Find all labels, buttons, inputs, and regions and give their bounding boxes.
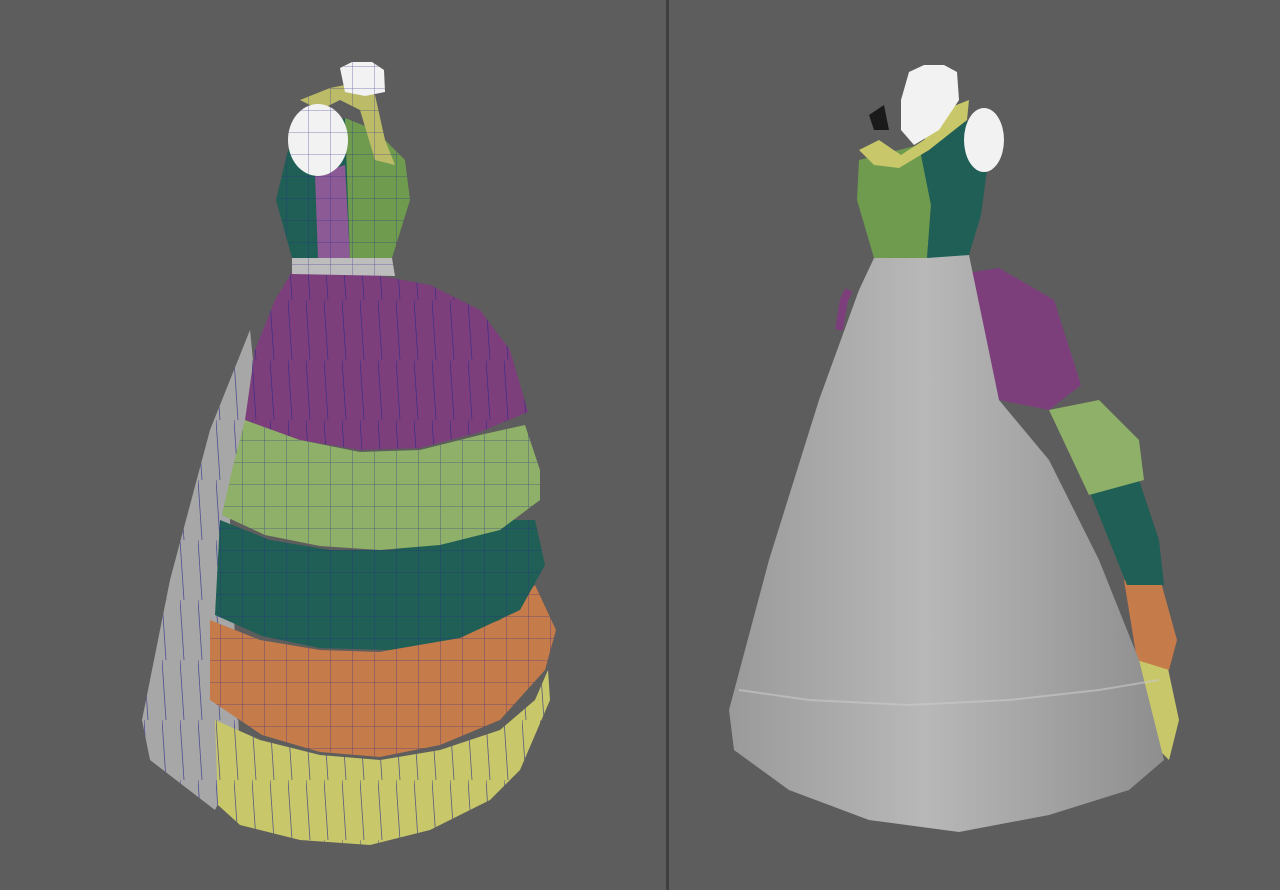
viewport-left-wireframe[interactable] [0,0,666,890]
viewport-right-shaded[interactable] [669,0,1280,890]
mannequin-shoulder [964,108,1004,172]
dress-shaded-render [729,65,1179,832]
light-green-tier [1049,400,1144,495]
modeling-app [0,0,1280,890]
underskirt [729,255,1164,832]
dress-wireframe-render [142,62,556,845]
